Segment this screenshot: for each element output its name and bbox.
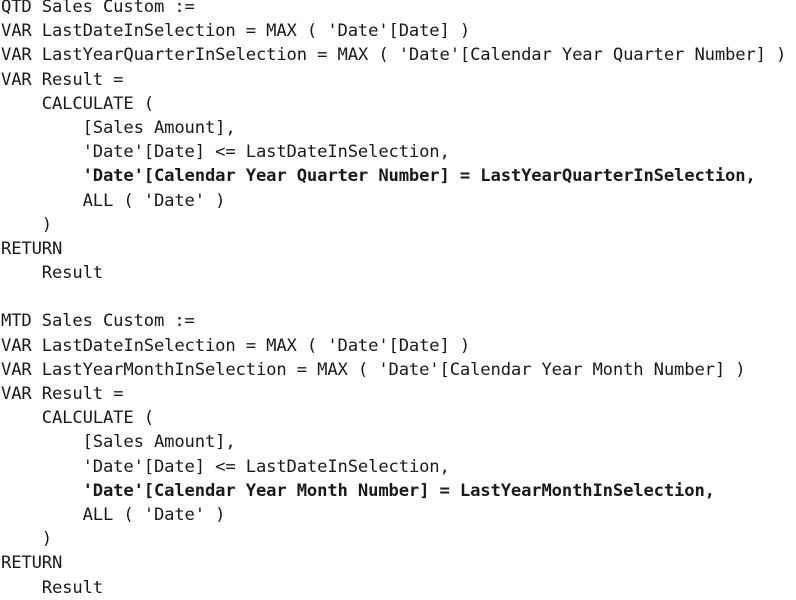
code-line-highlighted: 'Date'[Calendar Year Quarter Number] = L… bbox=[1, 166, 756, 187]
code-line: VAR LastYearQuarterInSelection = MAX ( '… bbox=[1, 45, 787, 66]
code-line: CALCULATE ( bbox=[1, 93, 154, 114]
dax-code-block: QTD Sales Custom := VAR LastDateInSelect… bbox=[1, 0, 796, 600]
code-line: VAR Result = bbox=[1, 384, 124, 404]
code-line: 'Date'[Date] <= LastDateInSelection, bbox=[1, 456, 450, 477]
code-line: [Sales Amount], bbox=[1, 117, 236, 138]
code-line: QTD Sales Custom := bbox=[1, 0, 195, 17]
code-line: VAR LastYearMonthInSelection = MAX ( 'Da… bbox=[1, 359, 746, 380]
code-line: VAR LastDateInSelection = MAX ( 'Date'[D… bbox=[1, 21, 471, 42]
code-line: 'Date'[Date] <= LastDateInSelection, bbox=[1, 142, 450, 163]
code-line: CALCULATE ( bbox=[1, 408, 154, 429]
code-line: Result bbox=[1, 263, 103, 284]
code-line: ALL ( 'Date' ) bbox=[1, 190, 226, 211]
code-line: ALL ( 'Date' ) bbox=[1, 504, 226, 525]
code-line: RETURN bbox=[1, 238, 63, 259]
code-line: RETURN bbox=[1, 553, 63, 574]
code-line: Result bbox=[1, 577, 103, 598]
code-line: [Sales Amount], bbox=[1, 432, 236, 453]
code-line: VAR LastDateInSelection = MAX ( 'Date'[D… bbox=[1, 335, 471, 356]
code-line: MTD Sales Custom := bbox=[1, 311, 195, 332]
code-line: ) bbox=[1, 214, 52, 235]
code-line: ) bbox=[1, 529, 52, 550]
code-line-highlighted: 'Date'[Calendar Year Month Number] = Las… bbox=[1, 480, 715, 501]
code-line: VAR Result = bbox=[1, 69, 124, 90]
